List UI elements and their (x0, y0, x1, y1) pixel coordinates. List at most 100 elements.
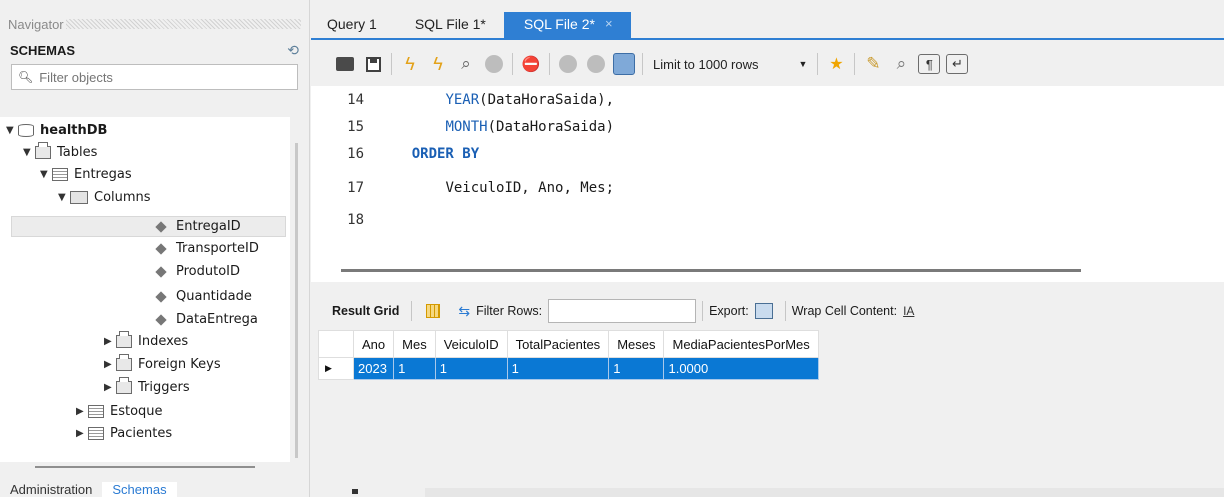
output-panel-edge (425, 488, 1224, 497)
tree-node-column[interactable]: ProdutoID (155, 261, 240, 282)
panel-grip[interactable] (65, 19, 301, 29)
output-panel-marker (352, 489, 358, 494)
row-pointer-icon[interactable]: ▶ (318, 357, 354, 380)
tree-node-pacientes[interactable]: ▶ Pacientes (76, 423, 172, 444)
table-cell[interactable]: 1 (608, 357, 665, 380)
table-cell[interactable]: 1.0000 (663, 357, 819, 380)
code-line[interactable]: 18 (311, 210, 378, 230)
filter-objects-field[interactable]: 🔍︎ (11, 64, 298, 90)
stop-button[interactable] (480, 51, 508, 77)
tree-scrollbar[interactable] (295, 143, 298, 458)
result-grid-label[interactable]: Result Grid (332, 304, 399, 318)
chevron-down-icon: ▼ (798, 59, 808, 69)
column-icon (155, 313, 167, 326)
navigator-header: Navigator (0, 0, 309, 36)
table-cell[interactable]: 2023 (352, 357, 395, 380)
table-cell[interactable]: 1 (506, 357, 610, 380)
tree-node-columns[interactable]: ▼ Columns (58, 187, 151, 208)
tree-node-column[interactable]: TransporteID (155, 238, 259, 259)
execute-current-button[interactable]: ϟ (424, 51, 452, 77)
tree-node-column[interactable]: DataEntrega (155, 309, 258, 330)
export-icon[interactable] (754, 303, 773, 319)
collapse-arrow-icon[interactable]: ▶ (104, 336, 116, 347)
expand-arrow-icon[interactable]: ▼ (6, 125, 18, 136)
tree-node-column[interactable]: Quantidade (155, 286, 252, 307)
stop-icon (485, 55, 503, 73)
tree-node-foreign-keys[interactable]: ▶ Foreign Keys (104, 354, 221, 375)
commit-button[interactable] (554, 51, 582, 77)
filter-rows-input[interactable] (548, 299, 697, 323)
tab-administration[interactable]: Administration (0, 482, 102, 497)
tree-node-column[interactable]: EntregaID (155, 216, 241, 237)
code-line[interactable]: 17 VeiculoID, Ano, Mes; (311, 178, 614, 198)
grid-icon[interactable] (426, 304, 441, 318)
table-cell[interactable]: 1 (434, 357, 508, 380)
commit-icon (559, 55, 577, 73)
tab-sql-file-2[interactable]: SQL File 2* × (503, 12, 631, 38)
horizontal-scrollbar[interactable] (35, 466, 255, 468)
tree-node-healthdb[interactable]: ▼ healthDB (6, 120, 107, 141)
wrap-cell-icon[interactable]: IA (903, 304, 914, 318)
beautify-button[interactable]: ✎ (859, 51, 887, 77)
close-tab-icon[interactable]: × (605, 16, 613, 31)
column-header[interactable]: Mes (393, 330, 436, 358)
expand-arrow-icon[interactable]: ▼ (58, 192, 70, 203)
tree-node-triggers[interactable]: ▶ Triggers (104, 377, 190, 398)
collapse-arrow-icon[interactable]: ▶ (104, 359, 116, 370)
code-line[interactable]: 15 MONTH(DataHoraSaida) (311, 117, 614, 137)
tree-node-entregas[interactable]: ▼ Entregas (40, 164, 132, 185)
toggle-error-button[interactable]: ⛔ (517, 51, 545, 77)
invisible-chars-button[interactable]: ¶ (915, 51, 943, 77)
code-text[interactable]: VeiculoID, Ano, Mes; (378, 180, 614, 196)
error-toggle-icon: ⛔ (521, 56, 541, 73)
table-row[interactable]: ▶ 2023 1 1 1 1 1.0000 (318, 357, 819, 380)
open-file-button[interactable] (331, 51, 359, 77)
expand-arrow-icon[interactable]: ▼ (40, 169, 52, 180)
tree-node-indexes[interactable]: ▶ Indexes (104, 331, 188, 352)
add-snippet-button[interactable]: ★ (822, 51, 850, 77)
code-line[interactable]: 16 ORDER BY (311, 144, 479, 164)
column-header[interactable]: MediaPacientesPorMes (663, 330, 819, 358)
table-cell[interactable]: 1 (393, 357, 436, 380)
collapse-arrow-icon[interactable]: ▶ (76, 406, 88, 417)
wrap-icon: ↵ (946, 54, 969, 74)
columns-folder-icon (70, 191, 88, 204)
column-header[interactable]: TotalPacientes (506, 330, 610, 358)
refresh-icon[interactable]: ⟲ (287, 42, 299, 59)
column-header[interactable]: VeiculoID (434, 330, 508, 358)
autocommit-toggle[interactable] (610, 51, 638, 77)
column-header[interactable]: Meses (608, 330, 665, 358)
code-line[interactable]: 14 YEAR(DataHoraSaida), (311, 90, 614, 110)
sql-function: MONTH (445, 119, 488, 135)
tree-node-estoque[interactable]: ▶ Estoque (76, 401, 163, 422)
find-button[interactable]: ⌕ (887, 51, 915, 77)
tab-sql-file-1[interactable]: SQL File 1* (395, 12, 504, 38)
word-wrap-button[interactable]: ↵ (943, 51, 971, 77)
tab-schemas[interactable]: Schemas (102, 482, 177, 497)
code-text[interactable]: YEAR(DataHoraSaida), (378, 92, 614, 108)
navigator-tabs: Administration Schemas (0, 482, 177, 497)
tree-label-db: healthDB (40, 123, 108, 138)
expand-arrow-icon[interactable]: ▼ (23, 147, 35, 158)
save-button[interactable] (359, 51, 387, 77)
collapse-arrow-icon[interactable]: ▶ (76, 428, 88, 439)
schemas-label: SCHEMAS (10, 42, 76, 58)
rollback-button[interactable] (582, 51, 610, 77)
tree-node-tables[interactable]: ▼ Tables (23, 142, 97, 163)
code-text[interactable]: ORDER BY (378, 146, 479, 162)
tab-query-1[interactable]: Query 1 (311, 12, 395, 38)
navigator-panel: Navigator SCHEMAS ⟲ 🔍︎ ▼ healthDB ▼ Tabl… (0, 0, 310, 497)
navigator-title: Navigator (8, 16, 64, 32)
code-text[interactable]: MONTH(DataHoraSaida) (378, 119, 614, 135)
execute-button[interactable]: ϟ (396, 51, 424, 77)
sql-editor[interactable]: 14 YEAR(DataHoraSaida), 15 MONTH(DataHora… (311, 86, 1224, 282)
tab-label: Query 1 (327, 16, 377, 32)
limit-rows-select[interactable]: Limit to 1000 rows ▼ (647, 57, 813, 72)
explain-button[interactable]: ⌕ (452, 51, 480, 77)
toolbar-separator (702, 301, 704, 321)
tree-label-triggers: Triggers (138, 380, 190, 395)
filter-objects-input[interactable] (39, 69, 280, 85)
collapse-arrow-icon[interactable]: ▶ (104, 382, 116, 393)
column-header[interactable]: Ano (352, 330, 395, 358)
editor-horizontal-scrollbar[interactable] (341, 269, 1081, 272)
